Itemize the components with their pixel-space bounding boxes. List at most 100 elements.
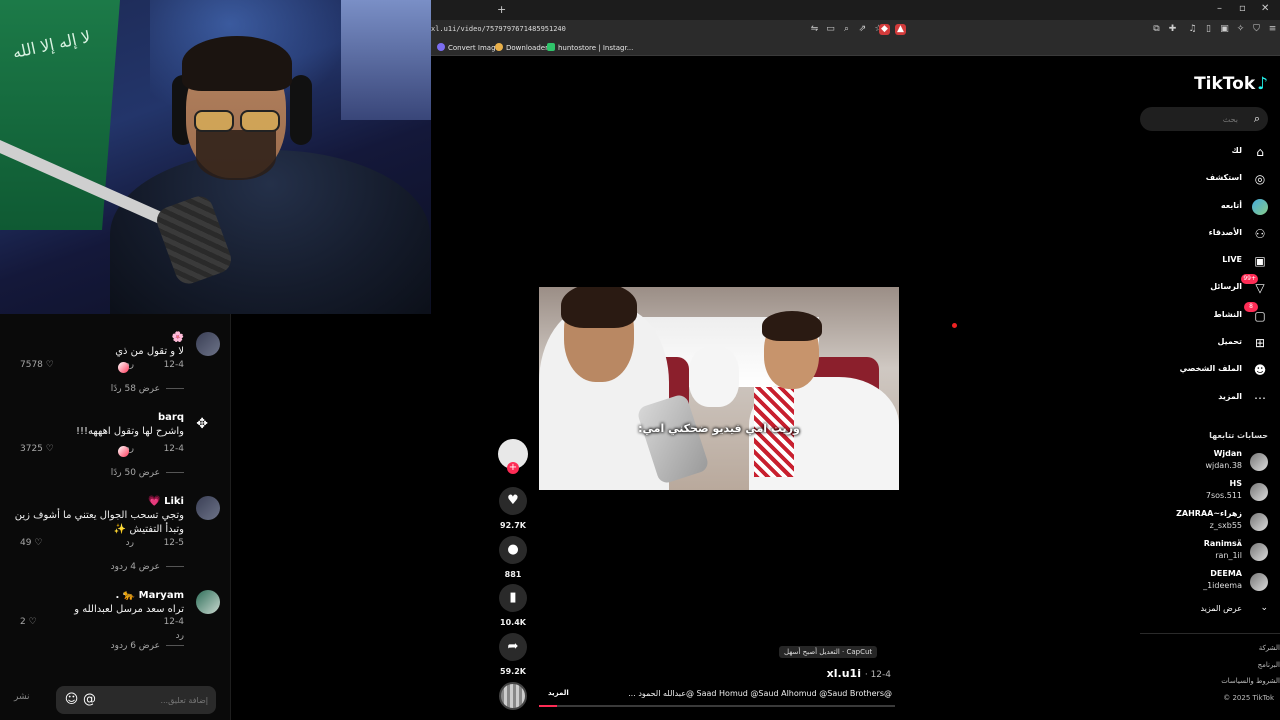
screen-icon[interactable]: ▭: [825, 24, 836, 35]
comment-author[interactable]: Liki 💗: [148, 496, 184, 507]
description-more-link[interactable]: المزيد: [548, 689, 569, 697]
followed-account[interactable]: Wjdan wjdan.38: [1148, 449, 1268, 475]
extension-icon[interactable]: ⧉: [1151, 24, 1162, 35]
nav-for-you[interactable]: ⌂ لك: [1148, 142, 1268, 162]
account-handle: 7sos.511: [1205, 491, 1242, 500]
comment-text: تراه سعد مرسل لعبدالله و: [74, 604, 184, 615]
mention-icon[interactable]: @: [82, 692, 97, 707]
rewards-icon[interactable]: ▲: [895, 24, 906, 35]
show-more-button[interactable]: ⌄ عرض المزيد: [1148, 603, 1268, 617]
leo-icon[interactable]: ✧: [1235, 24, 1246, 35]
comment-like[interactable]: 7578 ♡: [20, 360, 54, 370]
extensions-puzzle-icon[interactable]: ✚: [1167, 24, 1178, 35]
maximize-button[interactable]: ▫: [1239, 3, 1246, 14]
comment-button[interactable]: ●: [499, 536, 527, 564]
footer-link[interactable]: البرنامج: [1258, 661, 1280, 669]
nav-more[interactable]: ⋯ المزيد: [1148, 388, 1268, 408]
comment-meta: 12-4: [142, 617, 184, 627]
nav-following[interactable]: أتابعه: [1148, 197, 1268, 217]
bookmark-label: Convert Image: [448, 44, 500, 52]
comment-author[interactable]: Maryam 🐆 .: [115, 590, 184, 601]
save-button[interactable]: ▮: [499, 584, 527, 612]
search-input[interactable]: [1158, 107, 1238, 131]
creator-liked-icon: [118, 362, 129, 373]
video-player[interactable]: وريت امي فيديو ضحكني امي:: [539, 287, 899, 490]
minimize-button[interactable]: –: [1217, 3, 1222, 14]
followed-account[interactable]: ZAHRAA~زهراء z_sxb55: [1148, 509, 1268, 535]
video-author[interactable]: xl.u1i · 12-4: [827, 667, 891, 680]
save-count: 10.4K: [500, 618, 526, 627]
video-person-left-hair: [561, 287, 637, 328]
comment-author[interactable]: barq: [158, 412, 184, 423]
brave-shield-icon[interactable]: ◆: [879, 24, 890, 35]
url-field[interactable]: xl.u1i/video/7579797671485951240: [431, 25, 566, 33]
footer-link[interactable]: الشركة: [1259, 644, 1280, 652]
view-replies[interactable]: عرض 58 ردًا: [111, 384, 184, 394]
nav-label: الملف الشخصي: [1179, 364, 1242, 373]
nav-profile[interactable]: ☻ الملف الشخصي: [1148, 360, 1268, 380]
comment-like[interactable]: 49 ♡: [20, 538, 42, 548]
follow-plus-icon[interactable]: +: [507, 462, 519, 474]
view-replies[interactable]: عرض 50 ردًا: [111, 468, 184, 478]
share-count: 59.2K: [500, 667, 526, 676]
comment-avatar[interactable]: [196, 590, 220, 614]
nav-label: لك: [1231, 146, 1242, 155]
bookmark-downloader[interactable]: Downloader: [495, 43, 548, 52]
sidebar-icon[interactable]: ▯: [1203, 24, 1214, 35]
bookmark-huntostore[interactable]: huntostore | Instagr...: [547, 43, 633, 52]
comment-avatar[interactable]: [196, 332, 220, 356]
zoom-icon[interactable]: ⌕: [841, 24, 852, 35]
glasses: [192, 110, 282, 134]
view-replies[interactable]: عرض 6 ردود: [111, 641, 184, 651]
search-icon[interactable]: ⌕: [1254, 112, 1260, 126]
nav-explore[interactable]: ◎ استكشف: [1148, 169, 1268, 189]
nav-messages[interactable]: ▽ 99+ الرسائل: [1148, 274, 1268, 298]
vpn-icon[interactable]: ⛉: [1251, 24, 1262, 35]
video-progress[interactable]: [539, 705, 895, 707]
messages-badge: 99+: [1241, 274, 1258, 284]
wallet-icon[interactable]: ▣: [1219, 24, 1230, 35]
comment-meta: 12-4: [142, 360, 184, 370]
comment-bubble-icon: ●: [507, 542, 519, 557]
comment-input[interactable]: [108, 686, 208, 714]
cast-icon[interactable]: ⇋: [809, 24, 820, 35]
like-button[interactable]: ♥: [499, 487, 527, 515]
new-tab-button[interactable]: +: [497, 3, 506, 16]
heart-icon: ♥: [507, 493, 519, 508]
reply-button[interactable]: رد: [126, 538, 134, 548]
comment-like[interactable]: 2 ♡: [20, 617, 37, 627]
nav-upload[interactable]: ⊞ تحميل: [1148, 333, 1268, 353]
share-button[interactable]: ➦: [499, 633, 527, 661]
media-icon[interactable]: ♫: [1187, 24, 1198, 35]
followed-account[interactable]: DEEMA _1ideema: [1148, 569, 1268, 595]
nav-friends[interactable]: ⚇ الأصدقاء: [1148, 224, 1268, 244]
tiktok-logo[interactable]: ♪TikTok: [1194, 74, 1268, 94]
emoji-icon[interactable]: ☺: [64, 692, 79, 707]
nav-activity[interactable]: ▢ 8 النشاط: [1148, 302, 1268, 326]
nav-label: تحميل: [1217, 337, 1242, 346]
followed-account[interactable]: Ranimsᴀ̈ ran_1il: [1148, 539, 1268, 565]
comment-like-count: 7578: [20, 360, 43, 370]
menu-icon[interactable]: ≡: [1267, 24, 1278, 35]
capcut-badge[interactable]: CapCut · التعديل أصبح أسهل: [779, 646, 878, 658]
comment-avatar[interactable]: [196, 496, 220, 520]
music-disc-icon[interactable]: [499, 682, 527, 710]
post-comment-button[interactable]: نشر: [14, 692, 30, 702]
comment-like[interactable]: 3725 ♡: [20, 444, 54, 454]
followed-account[interactable]: HS 7sos.511: [1148, 479, 1268, 505]
account-name: DEEMA: [1210, 569, 1242, 578]
view-replies[interactable]: عرض 4 ردود: [111, 562, 184, 572]
comment-author[interactable]: 🌸: [172, 332, 184, 343]
nav-live[interactable]: ▣ LIVE: [1148, 251, 1268, 271]
close-window-button[interactable]: ✕: [1261, 3, 1269, 14]
comment-meta: 12-4: [142, 444, 184, 454]
account-handle: z_sxb55: [1209, 521, 1242, 530]
nav-label: الرسائل: [1210, 282, 1242, 291]
bookmark-convert-image[interactable]: Convert Image: [437, 43, 500, 52]
heart-outline-icon: ♡: [45, 360, 54, 370]
video-date: 12-4: [870, 670, 891, 680]
footer-link[interactable]: الشروط والسياسات: [1221, 677, 1280, 685]
tab-bar: + – ▫ ✕: [431, 0, 1280, 20]
share-icon[interactable]: ⇗: [857, 24, 868, 35]
reply-button[interactable]: رد: [176, 631, 184, 641]
